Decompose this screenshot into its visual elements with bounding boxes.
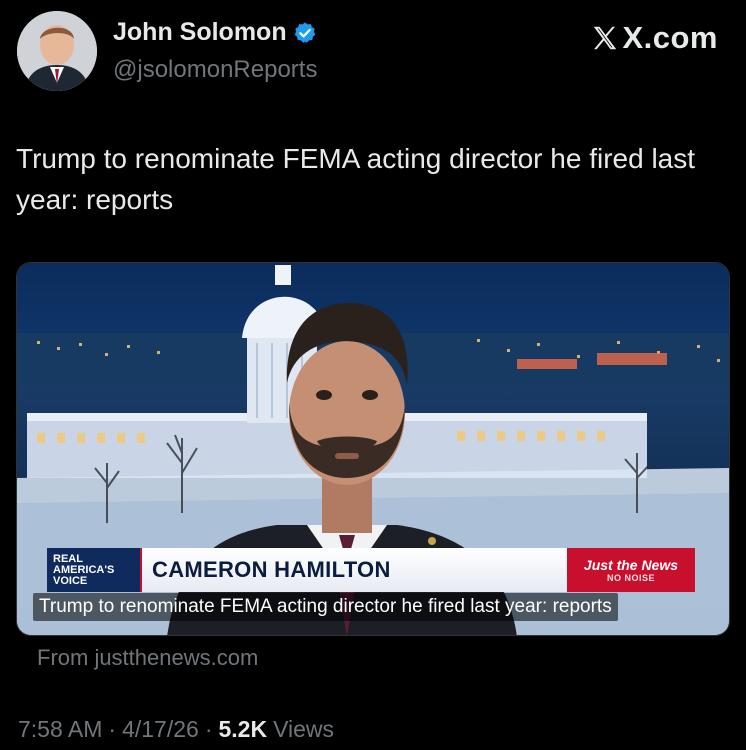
show-logo-text: Just the News (583, 557, 679, 573)
views-label: Views (273, 716, 335, 742)
avatar[interactable] (17, 11, 97, 91)
network-logo-line: AMERICA'S (53, 563, 115, 576)
x-brand: X.com (590, 20, 718, 56)
source-link[interactable]: From justthenews.com (37, 645, 258, 671)
tweet-header: John Solomon @jsolomonReports X.com (0, 0, 746, 100)
verified-badge-icon (293, 21, 317, 45)
x-brand-text: X.com (622, 20, 718, 55)
lower-third: REAL AMERICA'S VOICE CAMERON HAMILTON Ju… (47, 548, 695, 592)
name-plate: CAMERON HAMILTON Just the News NO NOISE (142, 548, 695, 592)
meta-separator: · (108, 716, 117, 742)
user-handle[interactable]: @jsolomonReports (113, 56, 317, 84)
avatar-image (17, 11, 97, 91)
tweet-text: Trump to renominate FEMA acting director… (16, 143, 696, 215)
tweet-time[interactable]: 7:58 AM (18, 716, 102, 743)
show-logo-sub: NO NOISE (606, 573, 655, 583)
network-logo-line: REAL (53, 552, 83, 565)
show-logo: Just the News NO NOISE (567, 548, 695, 592)
name-row: John Solomon (113, 18, 317, 47)
views-count: 5.2K (218, 716, 268, 742)
tweet-meta: 7:58 AM · 4/17/26 · 5.2K Views (18, 716, 334, 743)
network-logo-line: VOICE (53, 574, 88, 587)
meta-separator: · (204, 716, 213, 742)
display-name[interactable]: John Solomon (113, 18, 287, 47)
tweet-date[interactable]: 4/17/26 (122, 716, 199, 743)
name-plate-text: CAMERON HAMILTON (152, 557, 391, 582)
x-logo-icon (594, 26, 617, 50)
network-logo: REAL AMERICA'S VOICE (47, 548, 142, 592)
media-card[interactable]: REAL AMERICA'S VOICE CAMERON HAMILTON Ju… (16, 262, 730, 636)
media-caption: Trump to renominate FEMA acting director… (33, 593, 618, 621)
